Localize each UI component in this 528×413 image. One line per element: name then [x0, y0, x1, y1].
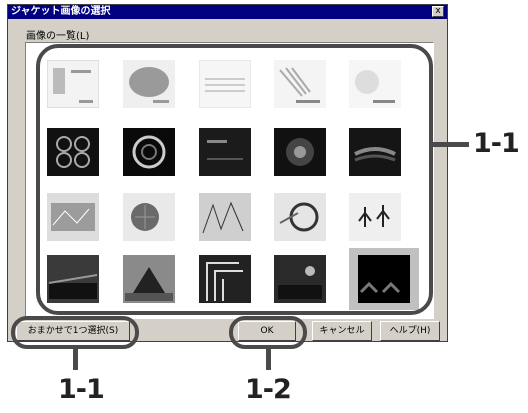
- image-list-label: 画像の一覧(L): [26, 31, 90, 42]
- callout-label-right: 1-1: [473, 128, 520, 159]
- callout-label-bottom-middle: 1-2: [245, 374, 292, 405]
- callout-connector-bottom-left: [73, 348, 78, 370]
- close-button[interactable]: x: [432, 6, 444, 17]
- help-button[interactable]: ヘルプ(H): [380, 321, 440, 341]
- callout-ok-button-outline: [229, 316, 307, 349]
- cancel-button[interactable]: キャンセル: [312, 321, 372, 341]
- callout-connector-bottom-middle: [266, 348, 271, 370]
- callout-label-bottom-left: 1-1: [58, 374, 105, 405]
- dialog-title: ジャケット画像の選択: [8, 5, 447, 19]
- callout-random-button-outline: [11, 316, 139, 349]
- callout-connector-right: [431, 142, 469, 147]
- callout-image-list-outline: [36, 44, 433, 315]
